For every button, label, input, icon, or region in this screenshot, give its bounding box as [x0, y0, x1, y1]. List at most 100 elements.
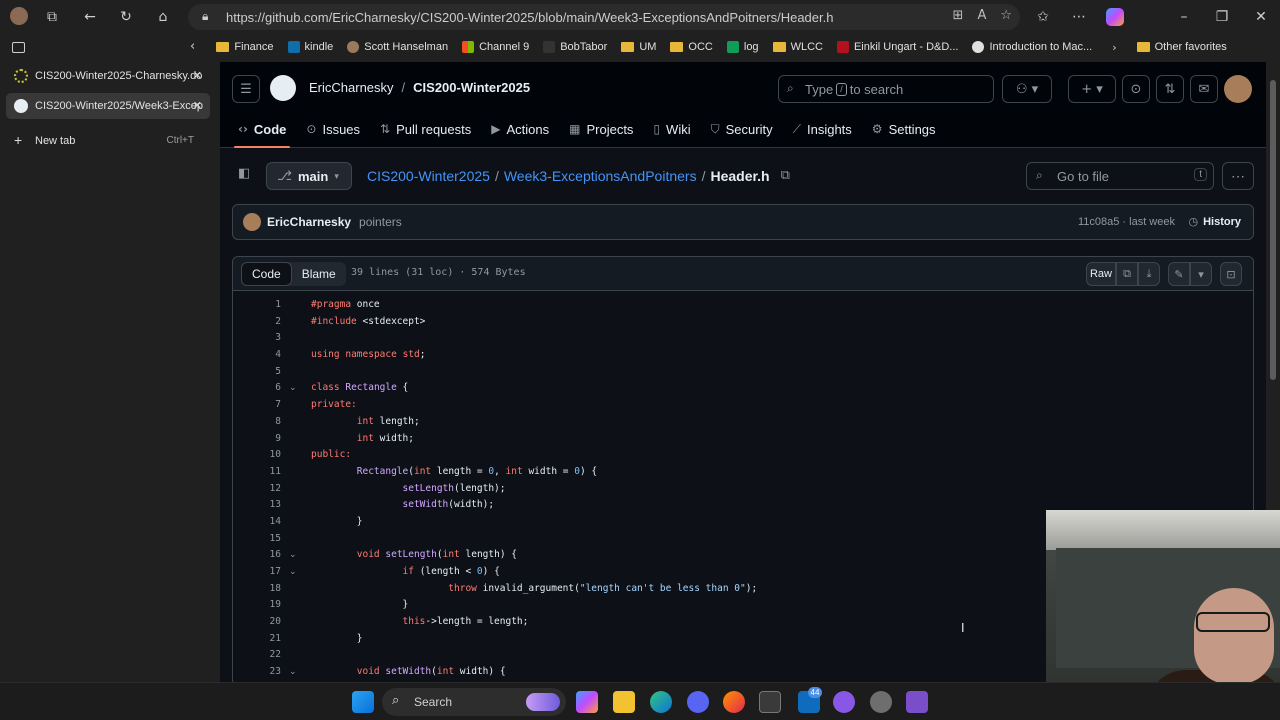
line-number[interactable]: 1 — [233, 297, 281, 314]
tab-actions[interactable]: ▶ Actions — [491, 114, 549, 144]
back-icon[interactable]: ← — [80, 7, 100, 27]
issues-nav-icon[interactable]: ⊙ — [1122, 75, 1150, 103]
go-to-file-input[interactable]: ⌕ Go to file t — [1026, 162, 1214, 190]
favorite-um[interactable]: UM — [621, 41, 656, 53]
edge-icon[interactable] — [650, 691, 672, 713]
favorite-intro-mac[interactable]: Introduction to Mac... — [972, 41, 1092, 53]
profile-avatar[interactable] — [10, 7, 28, 25]
tab-insights[interactable]: ⟋ Insights — [793, 114, 852, 144]
read-aloud-icon[interactable]: A — [977, 8, 986, 23]
line-number[interactable]: 20 — [233, 614, 281, 631]
more-menu-icon[interactable]: ⋯ — [1069, 7, 1089, 27]
line-number[interactable]: 14 — [233, 514, 281, 531]
line-number[interactable]: 17 — [233, 564, 281, 581]
edit-pencil-icon[interactable]: ✎ — [1168, 262, 1190, 286]
line-number[interactable]: 16 — [233, 547, 281, 564]
inbox-icon[interactable]: ✉ — [1190, 75, 1218, 103]
app-available-icon[interactable]: ⊞ — [953, 8, 964, 23]
commit-sha-time[interactable]: 11c08a5 · last week — [1078, 216, 1175, 228]
visual-studio-icon[interactable] — [906, 691, 928, 713]
line-number[interactable]: 3 — [233, 330, 281, 347]
line-number[interactable]: 22 — [233, 647, 281, 664]
line-number[interactable]: 21 — [233, 631, 281, 648]
github-desktop-icon[interactable] — [833, 691, 855, 713]
copy-raw-icon[interactable]: ⧉ — [1116, 262, 1138, 286]
address-bar[interactable]: 🔒︎ https://github.com/EricCharnesky/CIS2… — [188, 4, 1020, 30]
copilot-taskbar-icon[interactable] — [576, 691, 598, 713]
fold-chevron-icon[interactable]: ⌄ — [289, 664, 297, 681]
favorites-icon[interactable]: ✩ — [1033, 7, 1053, 27]
owner-link[interactable]: EricCharnesky — [309, 80, 394, 95]
minimize-icon[interactable]: – — [1174, 7, 1194, 27]
line-number[interactable]: 2 — [233, 314, 281, 331]
fold-chevron-icon[interactable]: ⌄ — [289, 547, 297, 564]
copilot-icon[interactable] — [1106, 8, 1124, 26]
favorite-log[interactable]: log — [726, 41, 759, 53]
terminal-icon[interactable] — [759, 691, 781, 713]
firefox-icon[interactable] — [723, 691, 745, 713]
commit-author-avatar[interactable] — [243, 213, 261, 231]
scrollbar-thumb[interactable] — [1270, 80, 1276, 380]
create-new-button[interactable]: + ▾ — [1068, 75, 1116, 103]
user-avatar[interactable] — [1224, 75, 1252, 103]
line-number[interactable]: 11 — [233, 464, 281, 481]
tab-settings[interactable]: ⚙ Settings — [872, 114, 936, 144]
line-number[interactable]: 12 — [233, 481, 281, 498]
taskbar-search[interactable]: ⌕ Search — [382, 688, 566, 716]
line-number[interactable]: 5 — [233, 364, 281, 381]
favorites-more-icon[interactable]: › — [1112, 41, 1116, 54]
favorite-wlcc[interactable]: WLCC — [772, 41, 823, 53]
copy-path-icon[interactable]: ⧉ — [781, 168, 790, 184]
favorite-star-icon[interactable]: ☆ — [1000, 8, 1012, 23]
file-explorer-icon[interactable] — [613, 691, 635, 713]
hamburger-menu-icon[interactable]: ☰ — [232, 75, 260, 103]
line-number[interactable]: 10 — [233, 447, 281, 464]
repo-link[interactable]: CIS200-Winter2025 — [413, 80, 530, 95]
fold-chevron-icon[interactable]: ⌄ — [289, 564, 297, 581]
tab-github-header[interactable]: CIS200-Winter2025/Week3-Excep ✕ — [6, 93, 210, 119]
line-number[interactable]: 23 — [233, 664, 281, 681]
favorite-bobtabor[interactable]: BobTabor — [543, 41, 607, 53]
fold-chevron-icon[interactable]: ⌄ — [289, 380, 297, 397]
line-number[interactable]: 4 — [233, 347, 281, 364]
collapse-tabs-icon[interactable]: ‹ — [190, 39, 195, 54]
edit-dropdown-icon[interactable]: ▾ — [1190, 262, 1212, 286]
raw-button[interactable]: Raw — [1086, 262, 1116, 286]
favorite-finance[interactable]: Finance — [216, 41, 274, 53]
discord-icon[interactable] — [687, 691, 709, 713]
favorite-channel-9[interactable]: Channel 9 — [462, 41, 529, 53]
github-search-input[interactable]: ⌕ Type / to search — [778, 75, 994, 103]
line-number[interactable]: 15 — [233, 531, 281, 548]
other-favorites[interactable]: Other favorites — [1136, 41, 1227, 53]
favorite-dnd[interactable]: Einkil Ungart - D&D... — [836, 41, 958, 53]
copilot-button[interactable]: ⚇ ▾ — [1002, 75, 1052, 103]
symbols-panel-icon[interactable]: ⊡ — [1220, 262, 1242, 286]
close-window-icon[interactable]: ✕ — [1251, 7, 1271, 27]
commit-author[interactable]: EricCharnesky — [267, 215, 351, 229]
favorite-scott-hanselman[interactable]: Scott Hanselman — [347, 41, 448, 53]
github-logo-icon[interactable] — [270, 75, 296, 101]
workspaces-icon[interactable]: ⧉ — [42, 7, 62, 27]
code-view-button[interactable]: Code — [241, 262, 292, 286]
pull-requests-nav-icon[interactable]: ⇅ — [1156, 75, 1184, 103]
tab-wiki[interactable]: ▯ Wiki — [653, 114, 690, 144]
history-button[interactable]: ◷ History — [1188, 215, 1241, 228]
breadcrumb-repo-link[interactable]: CIS200-Winter2025 — [367, 168, 490, 184]
favorite-occ[interactable]: OCC — [670, 41, 713, 53]
commit-message[interactable]: pointers — [359, 215, 402, 229]
tab-cis200-doc[interactable]: CIS200-Winter2025-Charnesky.do ✕ — [6, 63, 210, 89]
breadcrumb-folder-link[interactable]: Week3-ExceptionsAndPoitners — [504, 168, 697, 184]
line-number[interactable]: 7 — [233, 397, 281, 414]
line-number[interactable]: 18 — [233, 581, 281, 598]
favorite-kindle[interactable]: kindle — [287, 41, 333, 53]
line-number[interactable]: 6 — [233, 380, 281, 397]
chrome-like-icon[interactable] — [870, 691, 892, 713]
download-icon[interactable]: ⤓ — [1138, 262, 1160, 286]
tab-pull-requests[interactable]: ⇅ Pull requests — [380, 114, 471, 144]
new-tab-button[interactable]: + New tab Ctrl+T — [6, 128, 210, 154]
maximize-icon[interactable]: ❐ — [1212, 7, 1232, 27]
tab-code[interactable]: ‹› Code — [233, 114, 291, 148]
tab-security[interactable]: ⛉ Security — [711, 114, 773, 144]
file-tree-toggle-icon[interactable]: ◧ — [238, 166, 250, 181]
blame-view-button[interactable]: Blame — [292, 262, 346, 286]
